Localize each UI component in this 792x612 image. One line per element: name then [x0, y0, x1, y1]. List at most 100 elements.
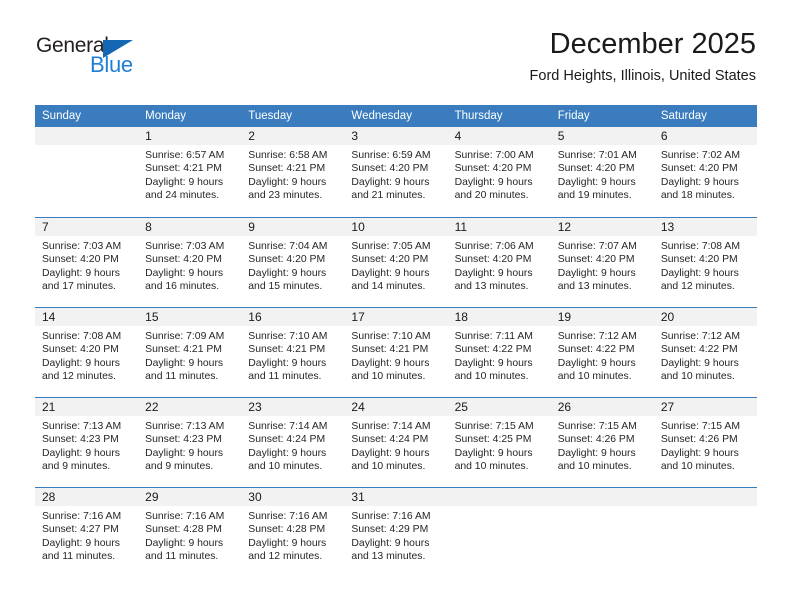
page-title: December 2025 [549, 28, 756, 60]
calendar-week-row: 21 Sunrise: 7:13 AM Sunset: 4:23 PM Dayligh… [35, 397, 757, 487]
day-cell-13[interactable]: 13 Sunrise: 7:08 AM Sunset: 4:20 PM Dayligh… [653, 217, 757, 307]
day-number: 11 [447, 218, 551, 236]
day-cell-29[interactable]: 29 Sunrise: 7:16 AM Sunset: 4:28 PM Dayligh… [138, 487, 242, 577]
calendar-cell: 13 Sunrise: 7:08 AM Sunset: 4:20 PM Dayligh… [653, 217, 757, 307]
day-daylight-line2-text: and 10 minutes. [454, 461, 529, 473]
day-cell-19[interactable]: 19 Sunrise: 7:12 AM Sunset: 4:22 PM Dayligh… [550, 307, 654, 397]
day-cell-9[interactable]: 9 Sunrise: 7:04 AM Sunset: 4:20 PM Daylight… [241, 217, 345, 307]
day-sunset-text: Sunset: 4:22 PM [660, 344, 738, 356]
day-number: 22 [138, 398, 242, 416]
day-sunrise-text: Sunrise: 7:14 AM [248, 421, 328, 432]
day-daylight-line1-text: Daylight: 9 hours [351, 357, 430, 369]
day-sun-info: Sunrise: 7:08 AM Sunset: 4:20 PM Daylight:… [654, 236, 757, 294]
day-daylight-line2-text: and 11 minutes. [248, 371, 322, 383]
day-number: 7 [35, 218, 139, 236]
day-cell-2[interactable]: 2 Sunrise: 6:58 AM Sunset: 4:21 PM Daylight… [241, 127, 345, 217]
calendar-cell: 28 Sunrise: 7:16 AM Sunset: 4:27 PM Dayligh… [35, 487, 139, 577]
day-number: 8 [138, 218, 242, 236]
day-sunrise-text: Sunrise: 7:15 AM [557, 421, 637, 432]
day-daylight-line2-text: and 23 minutes. [248, 190, 323, 202]
day-cell-14[interactable]: 14 Sunrise: 7:08 AM Sunset: 4:20 PM Dayligh… [35, 307, 139, 397]
day-sunset-text: Sunset: 4:28 PM [145, 524, 222, 536]
day-cell-28[interactable]: 28 Sunrise: 7:16 AM Sunset: 4:27 PM Dayligh… [35, 487, 139, 577]
calendar-cell: 24 Sunrise: 7:14 AM Sunset: 4:24 PM Dayligh… [344, 397, 448, 487]
day-number: 21 [35, 398, 139, 416]
day-sunset-text: Sunset: 4:20 PM [248, 254, 326, 266]
day-sunrise-text: Sunrise: 7:02 AM [660, 150, 740, 161]
day-cell-30[interactable]: 30 Sunrise: 7:16 AM Sunset: 4:28 PM Dayligh… [241, 487, 345, 577]
day-sunrise-text: Sunrise: 7:13 AM [42, 421, 122, 432]
day-cell-18[interactable]: 18 Sunrise: 7:11 AM Sunset: 4:22 PM Dayligh… [447, 307, 551, 397]
day-number: 29 [138, 488, 242, 506]
day-cell-5[interactable]: 5 Sunrise: 7:01 AM Sunset: 4:20 PM Daylight… [550, 127, 654, 217]
day-daylight-line1-text: Daylight: 9 hours [351, 176, 430, 188]
day-cell-24[interactable]: 24 Sunrise: 7:14 AM Sunset: 4:24 PM Dayligh… [344, 397, 448, 487]
day-daylight-line1-text: Daylight: 9 hours [454, 447, 533, 459]
day-cell-6[interactable]: 6 Sunrise: 7:02 AM Sunset: 4:20 PM Daylight… [653, 127, 757, 217]
day-cell-10[interactable]: 10 Sunrise: 7:05 AM Sunset: 4:20 PM Dayligh… [344, 217, 448, 307]
day-daylight-line1-text: Daylight: 9 hours [351, 267, 430, 279]
calendar-cell: 9 Sunrise: 7:04 AM Sunset: 4:20 PM Daylight… [241, 217, 345, 307]
day-cell-11[interactable]: 11 Sunrise: 7:06 AM Sunset: 4:20 PM Dayligh… [447, 217, 551, 307]
day-daylight-line1-text: Daylight: 9 hours [145, 537, 224, 549]
weekday-header-wednesday: Wednesday [344, 105, 448, 127]
day-sunrise-text: Sunrise: 7:01 AM [557, 150, 637, 161]
day-daylight-line1-text: Daylight: 9 hours [145, 267, 224, 279]
day-cell-7[interactable]: 7 Sunrise: 7:03 AM Sunset: 4:20 PM Daylight… [35, 217, 139, 307]
day-cell-16[interactable]: 16 Sunrise: 7:10 AM Sunset: 4:21 PM Dayligh… [241, 307, 345, 397]
day-cell-4[interactable]: 4 Sunrise: 7:00 AM Sunset: 4:20 PM Daylight… [447, 127, 551, 217]
day-number [653, 488, 757, 506]
calendar-cell: 29 Sunrise: 7:16 AM Sunset: 4:28 PM Dayligh… [138, 487, 242, 577]
calendar-cell: 10 Sunrise: 7:05 AM Sunset: 4:20 PM Dayligh… [344, 217, 448, 307]
day-number: 14 [35, 308, 139, 326]
day-daylight-line1-text: Daylight: 9 hours [248, 267, 327, 279]
day-sunset-text: Sunset: 4:20 PM [557, 254, 635, 266]
day-sunset-text: Sunset: 4:20 PM [660, 254, 738, 266]
day-daylight-line1-text: Daylight: 9 hours [42, 537, 120, 549]
day-daylight-line1-text: Daylight: 9 hours [557, 267, 636, 279]
day-number: 13 [653, 218, 757, 236]
day-cell-23[interactable]: 23 Sunrise: 7:14 AM Sunset: 4:24 PM Dayligh… [241, 397, 345, 487]
day-sunrise-text: Sunrise: 7:09 AM [145, 331, 225, 342]
day-sun-info: Sunrise: 7:16 AM Sunset: 4:28 PM Daylight:… [241, 506, 344, 564]
general-blue-logo[interactable]: General Blue [36, 35, 156, 83]
calendar-cell: 25 Sunrise: 7:15 AM Sunset: 4:25 PM Dayligh… [447, 397, 551, 487]
day-sunrise-text: Sunrise: 7:07 AM [557, 241, 637, 252]
calendar-cell: 21 Sunrise: 7:13 AM Sunset: 4:23 PM Dayligh… [35, 397, 139, 487]
day-daylight-line2-text: and 16 minutes. [145, 281, 220, 293]
day-number: 9 [241, 218, 345, 236]
day-cell-31[interactable]: 31 Sunrise: 7:16 AM Sunset: 4:29 PM Dayligh… [344, 487, 448, 577]
day-cell-8[interactable]: 8 Sunrise: 7:03 AM Sunset: 4:20 PM Daylight… [138, 217, 242, 307]
day-cell-22[interactable]: 22 Sunrise: 7:13 AM Sunset: 4:23 PM Dayligh… [138, 397, 242, 487]
day-cell-27[interactable]: 27 Sunrise: 7:15 AM Sunset: 4:26 PM Dayligh… [653, 397, 757, 487]
day-sun-info: Sunrise: 7:01 AM Sunset: 4:20 PM Daylight:… [551, 145, 654, 203]
day-sunset-text: Sunset: 4:21 PM [248, 163, 326, 175]
calendar-cell: 12 Sunrise: 7:07 AM Sunset: 4:20 PM Dayligh… [550, 217, 654, 307]
calendar-cell: 15 Sunrise: 7:09 AM Sunset: 4:21 PM Dayligh… [138, 307, 242, 397]
day-sunrise-text: Sunrise: 7:00 AM [454, 150, 534, 161]
day-cell-26[interactable]: 26 Sunrise: 7:15 AM Sunset: 4:26 PM Dayligh… [550, 397, 654, 487]
day-cell-17[interactable]: 17 Sunrise: 7:10 AM Sunset: 4:21 PM Dayligh… [344, 307, 448, 397]
day-cell-15[interactable]: 15 Sunrise: 7:09 AM Sunset: 4:21 PM Dayligh… [138, 307, 242, 397]
calendar-cell: 4 Sunrise: 7:00 AM Sunset: 4:20 PM Daylight… [447, 127, 551, 217]
day-cell-21[interactable]: 21 Sunrise: 7:13 AM Sunset: 4:23 PM Dayligh… [35, 397, 139, 487]
day-daylight-line1-text: Daylight: 9 hours [248, 537, 327, 549]
day-cell-25[interactable]: 25 Sunrise: 7:15 AM Sunset: 4:25 PM Dayligh… [447, 397, 551, 487]
day-cell-20[interactable]: 20 Sunrise: 7:12 AM Sunset: 4:22 PM Dayligh… [653, 307, 757, 397]
day-cell-1[interactable]: 1 Sunrise: 6:57 AM Sunset: 4:21 PM Daylight… [138, 127, 242, 217]
day-sun-info: Sunrise: 6:59 AM Sunset: 4:20 PM Daylight:… [344, 145, 447, 203]
day-sunset-text: Sunset: 4:22 PM [454, 344, 532, 356]
day-cell-12[interactable]: 12 Sunrise: 7:07 AM Sunset: 4:20 PM Dayligh… [550, 217, 654, 307]
day-daylight-line1-text: Daylight: 9 hours [42, 357, 120, 369]
day-sun-info [448, 506, 551, 510]
calendar-cell: 7 Sunrise: 7:03 AM Sunset: 4:20 PM Daylight… [35, 217, 139, 307]
day-sunrise-text: Sunrise: 7:16 AM [248, 511, 328, 522]
calendar-cell: 17 Sunrise: 7:10 AM Sunset: 4:21 PM Dayligh… [344, 307, 448, 397]
calendar-cell: 1 Sunrise: 6:57 AM Sunset: 4:21 PM Daylight… [138, 127, 242, 217]
day-daylight-line1-text: Daylight: 9 hours [454, 357, 533, 369]
day-cell-3[interactable]: 3 Sunrise: 6:59 AM Sunset: 4:20 PM Daylight… [344, 127, 448, 217]
weekday-header-saturday: Saturday [653, 105, 757, 127]
day-daylight-line2-text: and 10 minutes. [660, 371, 735, 383]
page-header: General Blue December 2025 Ford Heights,… [0, 0, 792, 84]
day-number: 6 [653, 127, 757, 145]
